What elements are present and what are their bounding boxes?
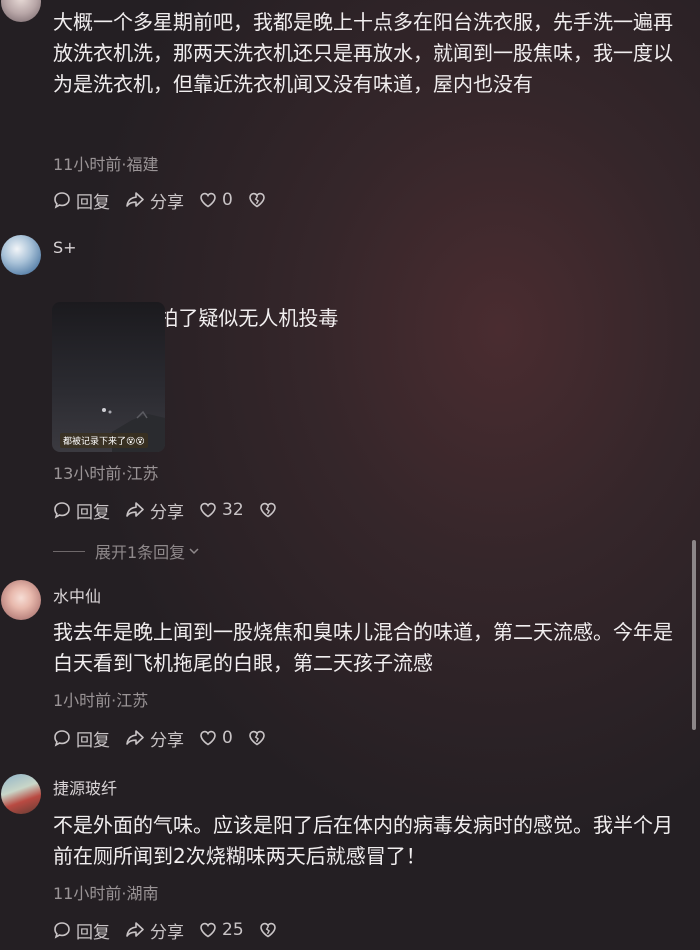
comment-text: 大概一个多星期前吧，我都是晚上十点多在阳台洗衣服，先手洗一遍再放洗衣机洗，那两天… bbox=[53, 10, 673, 96]
comment-meta: 11小时前·福建 bbox=[53, 155, 159, 174]
broken-heart-icon bbox=[259, 502, 276, 518]
comment-meta: 13小时前·江苏 bbox=[53, 464, 159, 483]
comment-text: 我去年是晚上闻到一股烧焦和臭味儿混合的味道，第二天流感。今年是白天看到飞机拖尾的… bbox=[53, 620, 673, 675]
reply-label: 回复 bbox=[76, 502, 110, 523]
chevron-down-icon bbox=[189, 548, 199, 555]
share-icon bbox=[126, 502, 144, 517]
reply-label: 回复 bbox=[76, 730, 110, 751]
reply-button[interactable]: 回复 bbox=[52, 918, 110, 943]
dislike-button[interactable] bbox=[258, 920, 282, 940]
comment-actions: 回复 分享 0 bbox=[52, 188, 285, 213]
username[interactable]: 捷源玻纤 bbox=[53, 775, 117, 799]
share-icon bbox=[126, 922, 144, 937]
avatar[interactable] bbox=[1, 235, 41, 275]
like-count: 25 bbox=[222, 920, 244, 940]
dislike-button[interactable] bbox=[247, 190, 271, 210]
avatar[interactable] bbox=[1, 774, 41, 814]
share-button[interactable]: 分享 bbox=[124, 726, 184, 751]
comment-text: 不是外面的气味。应该是阳了后在体内的病毒发病时的感觉。我半个月前在厕所闻到2次烧… bbox=[53, 813, 673, 868]
share-button[interactable]: 分享 bbox=[124, 918, 184, 943]
username[interactable]: 水中仙 bbox=[53, 583, 101, 607]
username[interactable]: S+ bbox=[53, 238, 77, 257]
share-button[interactable]: 分享 bbox=[124, 188, 184, 213]
share-label: 分享 bbox=[150, 192, 184, 213]
reply-icon bbox=[54, 730, 70, 747]
like-count: 0 bbox=[222, 190, 233, 210]
reply-label: 回复 bbox=[76, 192, 110, 213]
like-button[interactable]: 0 bbox=[198, 190, 233, 210]
like-count: 0 bbox=[222, 728, 233, 748]
dislike-button[interactable] bbox=[258, 500, 282, 520]
share-label: 分享 bbox=[150, 922, 184, 943]
share-label: 分享 bbox=[150, 730, 184, 751]
comment-actions: 回复 分享 32 bbox=[52, 498, 296, 523]
thumbnail-scene bbox=[102, 408, 165, 452]
avatar[interactable] bbox=[1, 580, 41, 620]
reply-label: 回复 bbox=[76, 922, 110, 943]
avatar[interactable] bbox=[1, 0, 41, 22]
broken-heart-icon bbox=[259, 922, 276, 938]
broken-heart-icon bbox=[249, 730, 265, 746]
like-button[interactable]: 25 bbox=[198, 920, 244, 940]
expand-replies-label: 展开1条回复 bbox=[95, 543, 186, 562]
comment-actions: 回复 分享 0 bbox=[52, 726, 285, 751]
reply-button[interactable]: 回复 bbox=[52, 726, 110, 751]
share-button[interactable]: 分享 bbox=[124, 498, 184, 523]
heart-icon bbox=[200, 730, 216, 746]
reply-button[interactable]: 回复 bbox=[52, 498, 110, 523]
thumbnail-caption: 都被记录下来了😵😵 bbox=[60, 433, 148, 448]
reply-icon bbox=[54, 502, 70, 519]
share-label: 分享 bbox=[150, 502, 184, 523]
heart-icon bbox=[200, 502, 216, 518]
share-icon bbox=[126, 730, 144, 745]
comment-meta: 11小时前·湖南 bbox=[53, 884, 159, 903]
share-icon bbox=[126, 192, 144, 207]
comment-meta: 1小时前·江苏 bbox=[53, 691, 149, 710]
reply-icon bbox=[54, 922, 70, 939]
expand-replies-button[interactable]: 展开1条回复 bbox=[53, 539, 201, 563]
like-button[interactable]: 0 bbox=[198, 728, 233, 748]
comment-actions: 回复 分享 25 bbox=[52, 918, 296, 943]
reply-button[interactable]: 回复 bbox=[52, 188, 110, 213]
dislike-button[interactable] bbox=[247, 728, 271, 748]
like-button[interactable]: 32 bbox=[198, 500, 244, 520]
heart-icon bbox=[200, 922, 216, 938]
video-thumbnail[interactable]: 都被记录下来了😵😵 bbox=[52, 302, 165, 452]
like-count: 32 bbox=[222, 500, 244, 520]
divider-line bbox=[53, 550, 85, 552]
scrollbar-thumb[interactable] bbox=[692, 540, 696, 730]
reply-icon bbox=[54, 192, 70, 209]
heart-icon bbox=[200, 192, 216, 208]
broken-heart-icon bbox=[249, 192, 265, 208]
